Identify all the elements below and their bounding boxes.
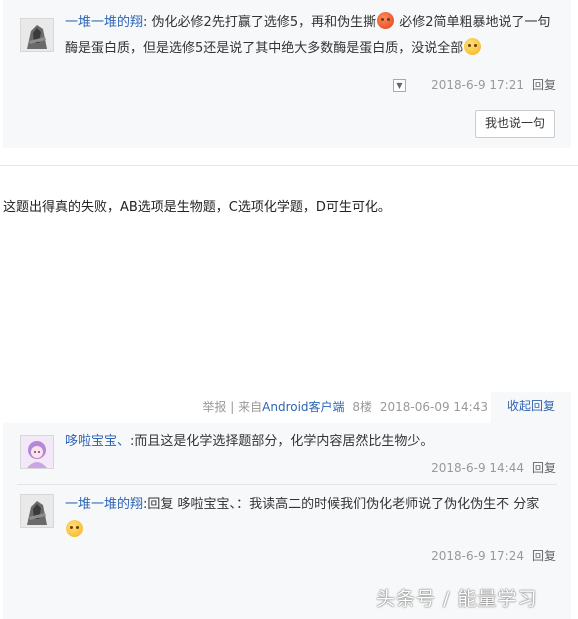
reply-user-link[interactable]: 一堆一堆的翔 <box>65 15 143 30</box>
reply-button[interactable]: 回复 <box>532 461 556 475</box>
reply-button[interactable]: 回复 <box>532 549 556 563</box>
watermark-text: 头条号 / 能量学习 <box>376 588 538 610</box>
reply-meta: 2018-6-9 17:21 回复 <box>431 76 556 93</box>
post-tail: 举报 | 来自Android客户端 8楼 2018-06-09 14:43 <box>0 398 488 415</box>
reply-text-line1: ：我读高二的时候我们伪化老师说了伪化伪生不 <box>236 497 510 512</box>
floor-number: 8楼 <box>352 400 373 414</box>
collapse-replies-button[interactable]: 收起回复 <box>491 392 571 424</box>
reply-2-text: 一堆一堆的翔:回复 哆啦宝宝、：我读高二的时候我们伪化老师说了伪化伪生不 分家 <box>65 492 555 544</box>
reply-prefix: 回复 <box>147 497 178 512</box>
user-avatar-yidui[interactable] <box>20 494 54 528</box>
separator: | <box>230 400 235 414</box>
reply-to-user: 哆啦宝宝、 <box>177 497 237 512</box>
angry-emoji-icon <box>377 12 395 29</box>
reply-text-line1: 伪化必修2先打赢了选修5，再和伪生撕 <box>151 15 377 30</box>
post-datetime: 2018-06-09 14:43 <box>379 400 488 414</box>
reply-text-line1-cont: 必修2简单粗暴地说了一 <box>399 15 538 30</box>
reply-1-text: 哆啦宝宝、:而且这是化学选择题部分，化学内容居然比生物少。 <box>65 429 555 455</box>
top-reply-text: 一堆一堆的翔: 伪化必修2先打赢了选修5，再和伪生撕 必修2简单粗暴地说了一句酶… <box>65 10 555 62</box>
reply-text: 而且这是化学选择题部分，化学内容居然比生物少。 <box>134 434 434 449</box>
grin-emoji-icon <box>464 38 482 55</box>
reply-time: 2018-6-9 14:44 <box>431 461 524 475</box>
post-body-text: 这题出得真的失败，AB选项是生物题，C选项化学题，D可生可化。 <box>3 200 391 215</box>
top-reply-panel: 一堆一堆的翔: 伪化必修2先打赢了选修5，再和伪生撕 必修2简单粗暴地说了一句酶… <box>3 0 571 148</box>
report-link[interactable]: 举报 <box>202 400 226 414</box>
reply-user-link[interactable]: 哆啦宝宝、 <box>65 434 130 449</box>
user-avatar-yidui[interactable] <box>20 18 54 52</box>
colon: : <box>143 15 148 30</box>
reply-time: 2018-6-9 17:24 <box>431 549 524 563</box>
source-app-link[interactable]: Android客户端 <box>262 400 344 414</box>
reply-time: 2018-6-9 17:21 <box>431 78 524 92</box>
reply-divider <box>17 484 557 485</box>
post-divider <box>0 165 578 166</box>
reply-meta: 2018-6-9 14:44 回复 <box>431 459 556 476</box>
reply-button[interactable]: 回复 <box>532 78 556 92</box>
dizzy-emoji-icon <box>66 520 83 537</box>
reply-text-line2: 分家 <box>513 497 540 512</box>
source-prefix: 来自 <box>238 400 263 414</box>
reply-user-link[interactable]: 一堆一堆的翔 <box>65 497 143 512</box>
reply-meta: 2018-6-9 17:24 回复 <box>431 547 556 564</box>
dropdown-arrow-icon[interactable]: ▼ <box>393 79 406 92</box>
user-avatar-duola[interactable] <box>20 435 54 469</box>
say-something-button[interactable]: 我也说一句 <box>474 110 555 138</box>
